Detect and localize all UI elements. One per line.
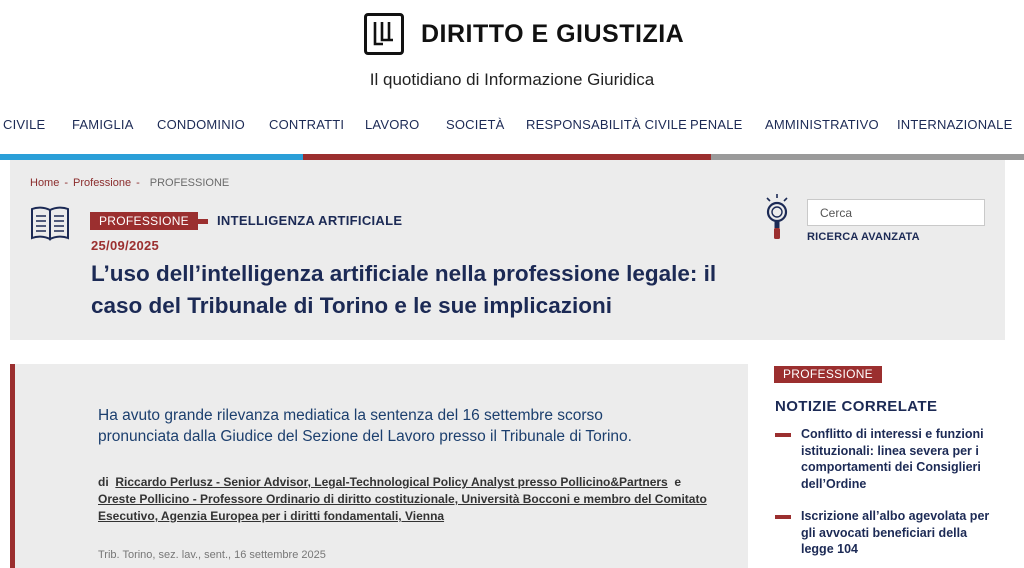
- breadcrumb-home[interactable]: Home: [30, 177, 59, 189]
- main-nav: CIVILE FAMIGLIA CONDOMINIO CONTRATTI LAV…: [0, 117, 1024, 137]
- site-logo[interactable]: DIRITTO E GIUSTIZIA: [364, 11, 684, 57]
- related-item-title[interactable]: Conflitto di interessi e funzioni istitu…: [801, 426, 990, 492]
- nav-item-civile[interactable]: CIVILE: [3, 117, 45, 132]
- article-body: Ha avuto grande rilevanza mediatica la s…: [10, 364, 748, 568]
- nav-item-societa[interactable]: SOCIETÀ: [446, 117, 504, 132]
- nav-item-famiglia[interactable]: FAMIGLIA: [72, 117, 134, 132]
- nav-item-condominio[interactable]: CONDOMINIO: [157, 117, 245, 132]
- breadcrumb-separator: -: [136, 177, 140, 189]
- site-tagline: Il quotidiano di Informazione Giuridica: [369, 70, 655, 89]
- related-item-dash: [775, 433, 791, 437]
- breadcrumb-current: PROFESSIONE: [149, 177, 230, 189]
- article-title: L’uso dell’intelligenza artificiale nell…: [91, 261, 717, 318]
- article-lead: Ha avuto grande rilevanza mediatica la s…: [98, 407, 632, 445]
- sidebar-title: NOTIZIE CORRELATE: [775, 398, 938, 415]
- open-book-icon: [30, 204, 70, 247]
- article-date: 25/09/2025: [91, 238, 160, 253]
- search-input[interactable]: [807, 199, 985, 226]
- breadcrumb-separator: -: [64, 177, 69, 189]
- article-authors: di Riccardo Perlusz - Senior Advisor, Le…: [98, 474, 718, 525]
- nav-item-contratti[interactable]: CONTRATTI: [269, 117, 344, 132]
- author-link-pollicino[interactable]: Oreste Pollicino - Professore Ordinario …: [98, 492, 707, 523]
- advanced-search-link[interactable]: RICERCA AVANZATA: [807, 231, 920, 243]
- site-title: DIRITTO E GIUSTIZIA: [421, 19, 685, 48]
- article-header-panel: Home - Professione - PROFESSIONE PROFESSIONE…: [10, 160, 1005, 340]
- breadcrumb-section[interactable]: Professione: [73, 177, 131, 189]
- nav-item-amministrativo[interactable]: AMMINISTRATIVO: [765, 117, 879, 132]
- logo-mark-icon: [364, 13, 404, 55]
- category-badge[interactable]: PROFESSIONE: [90, 212, 198, 230]
- authors-joiner: e: [674, 475, 682, 489]
- related-item[interactable]: Conflitto di interessi e funzioni istitu…: [775, 426, 990, 492]
- topic-dash: [192, 219, 208, 224]
- magnifier-bulb-icon: [762, 193, 794, 246]
- topic-tag[interactable]: INTELLIGENZA ARTIFICIALE: [217, 213, 402, 228]
- nav-item-responsabilita-civile[interactable]: RESPONSABILITÀ CIVILE: [526, 117, 687, 132]
- authors-prefix: di: [98, 475, 109, 489]
- article-source: Trib. Torino, sez. lav., sent., 16 sette…: [98, 549, 326, 561]
- nav-item-internazionale[interactable]: INTERNAZIONALE: [897, 117, 1012, 132]
- nav-item-penale[interactable]: PENALE: [690, 117, 743, 132]
- related-item-title[interactable]: Iscrizione all’albo agevolata per gli av…: [801, 508, 990, 558]
- related-item[interactable]: Iscrizione all’albo agevolata per gli av…: [775, 508, 990, 558]
- breadcrumb: Home - Professione - PROFESSIONE: [30, 177, 229, 189]
- sidebar-category-badge[interactable]: PROFESSIONE: [774, 366, 882, 383]
- nav-item-lavoro[interactable]: LAVORO: [365, 117, 419, 132]
- related-item-dash: [775, 515, 791, 519]
- author-link-perlusz[interactable]: Riccardo Perlusz - Senior Advisor, Legal…: [115, 475, 667, 489]
